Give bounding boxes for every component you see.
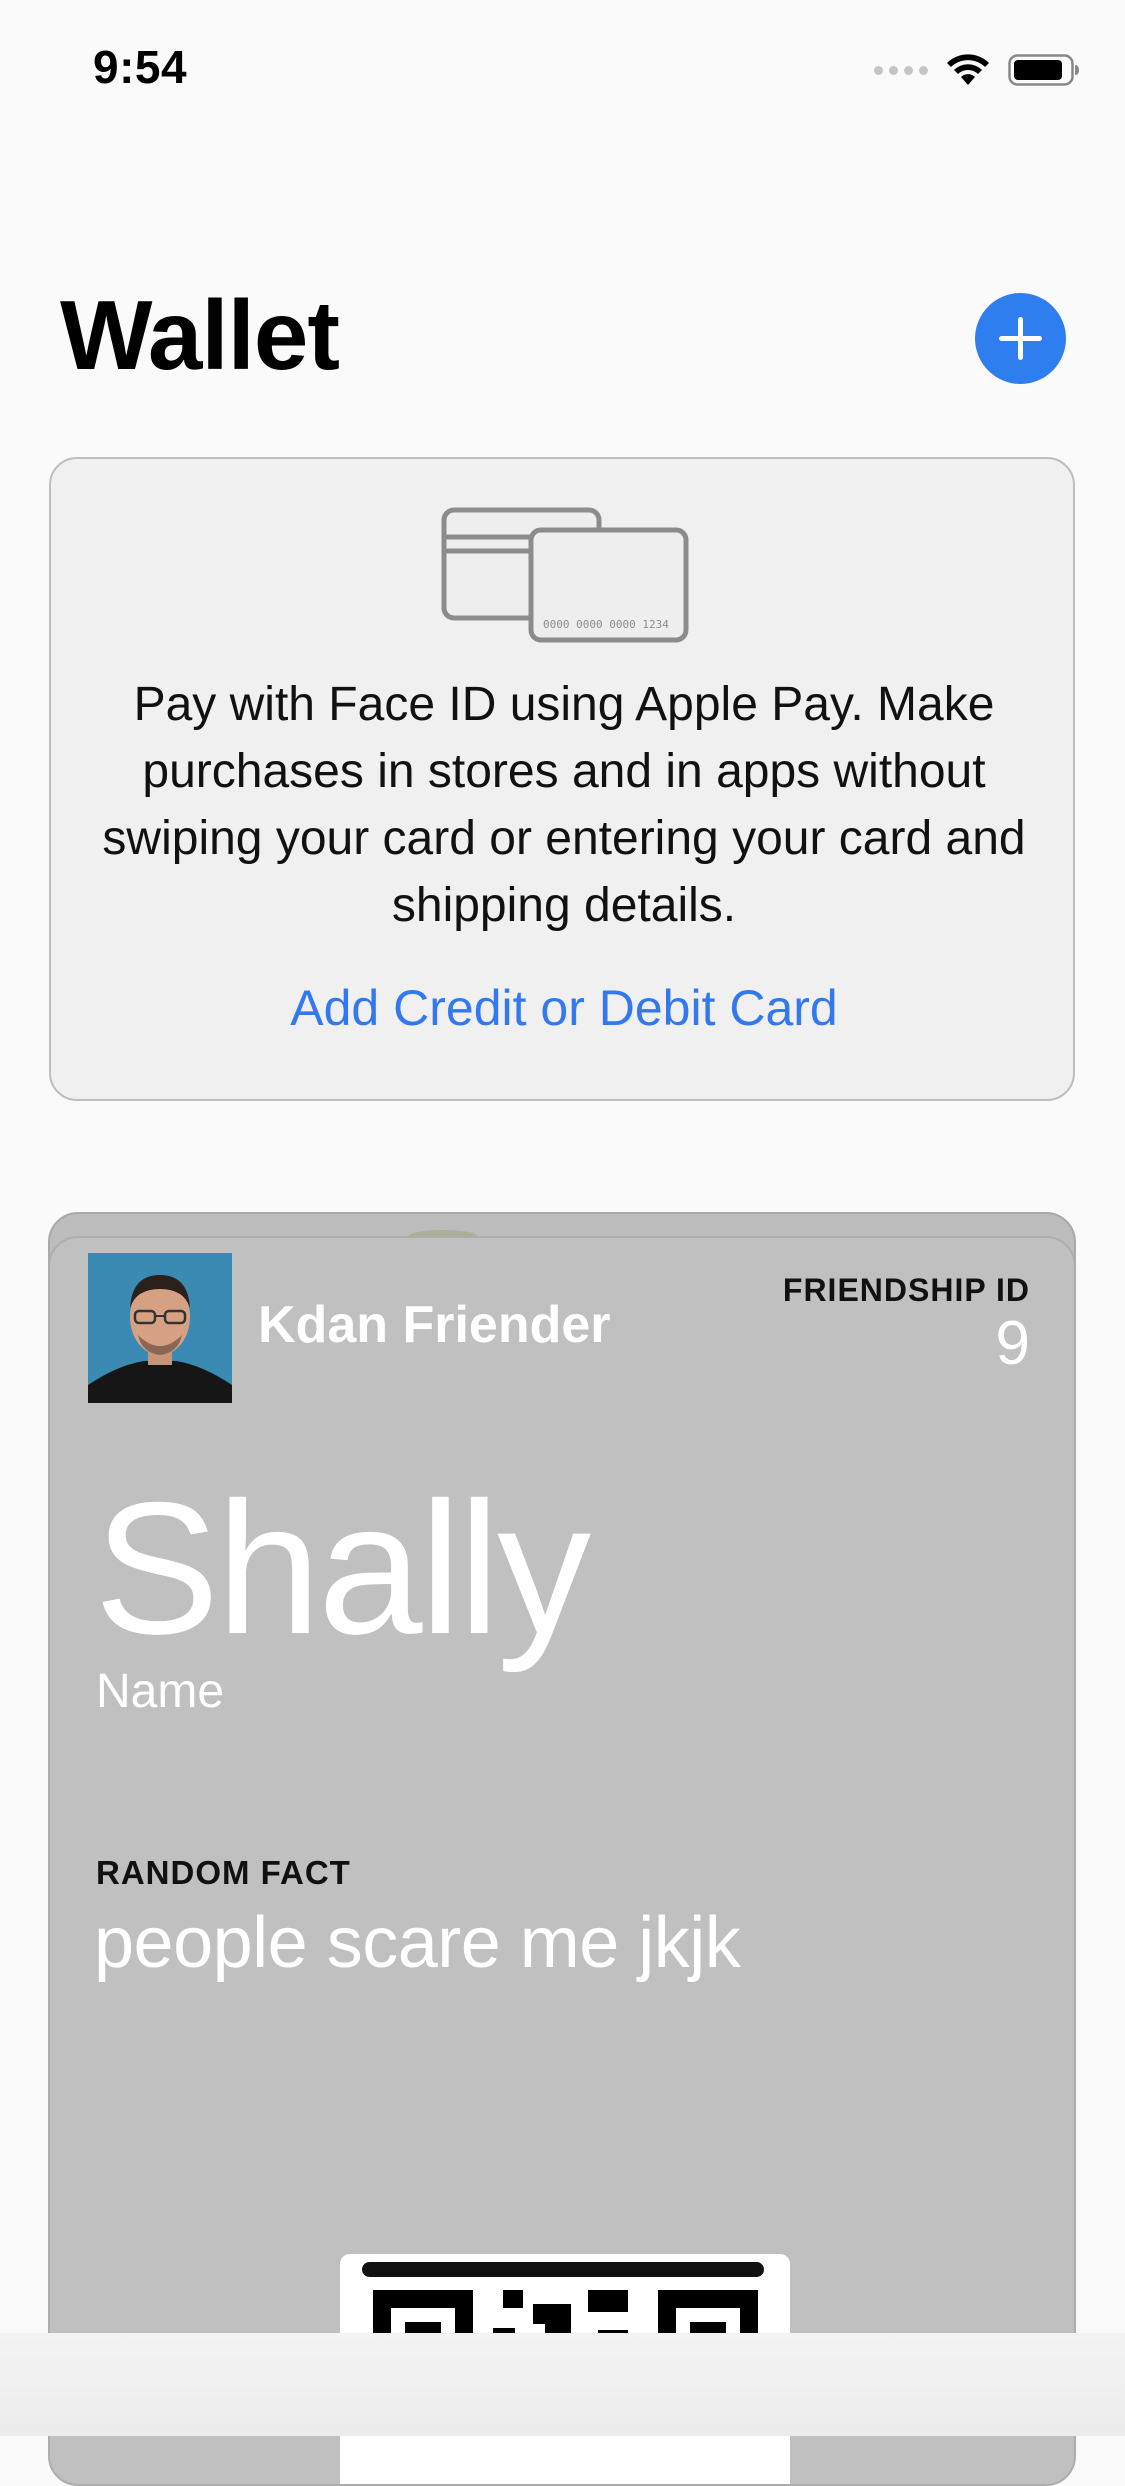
status-bar: 9:54 <box>0 0 1125 132</box>
status-time: 9:54 <box>93 41 188 93</box>
random-fact-value: people scare me jkjk <box>94 1903 741 1983</box>
card-number-text: 0000 0000 0000 1234 <box>543 618 669 631</box>
friendship-pass[interactable]: Kdan Friender FRIENDSHIP ID 9 Shally Nam… <box>48 1236 1076 2486</box>
avatar-portrait-icon <box>88 1253 232 1403</box>
add-credit-card-link[interactable]: Add Credit or Debit Card <box>51 979 1077 1037</box>
random-fact-label: RANDOM FACT <box>96 1854 351 1891</box>
pass-organization-name: Kdan Friender <box>258 1296 611 1354</box>
plus-icon <box>999 317 1042 360</box>
page-title: Wallet <box>60 280 340 390</box>
friendship-id-value: 9 <box>995 1309 1030 1378</box>
home-indicator[interactable] <box>362 2262 764 2277</box>
wifi-icon <box>947 54 989 85</box>
friendship-id-label: FRIENDSHIP ID <box>782 1272 1030 1308</box>
apple-pay-info-card: 0000 0000 0000 1234 Pay with Face ID usi… <box>49 457 1075 1101</box>
avatar <box>88 1253 232 1403</box>
status-icons <box>874 48 1080 92</box>
credit-cards-icon: 0000 0000 0000 1234 <box>441 507 689 643</box>
home-indicator-area <box>0 2333 1125 2436</box>
name-value: Shally <box>94 1463 591 1673</box>
apple-pay-description: Pay with Face ID using Apple Pay. Make p… <box>102 678 1026 932</box>
add-pass-button[interactable] <box>975 293 1066 384</box>
signal-dots-icon <box>874 65 928 75</box>
battery-icon <box>1008 54 1079 86</box>
name-label: Name <box>96 1665 225 1718</box>
